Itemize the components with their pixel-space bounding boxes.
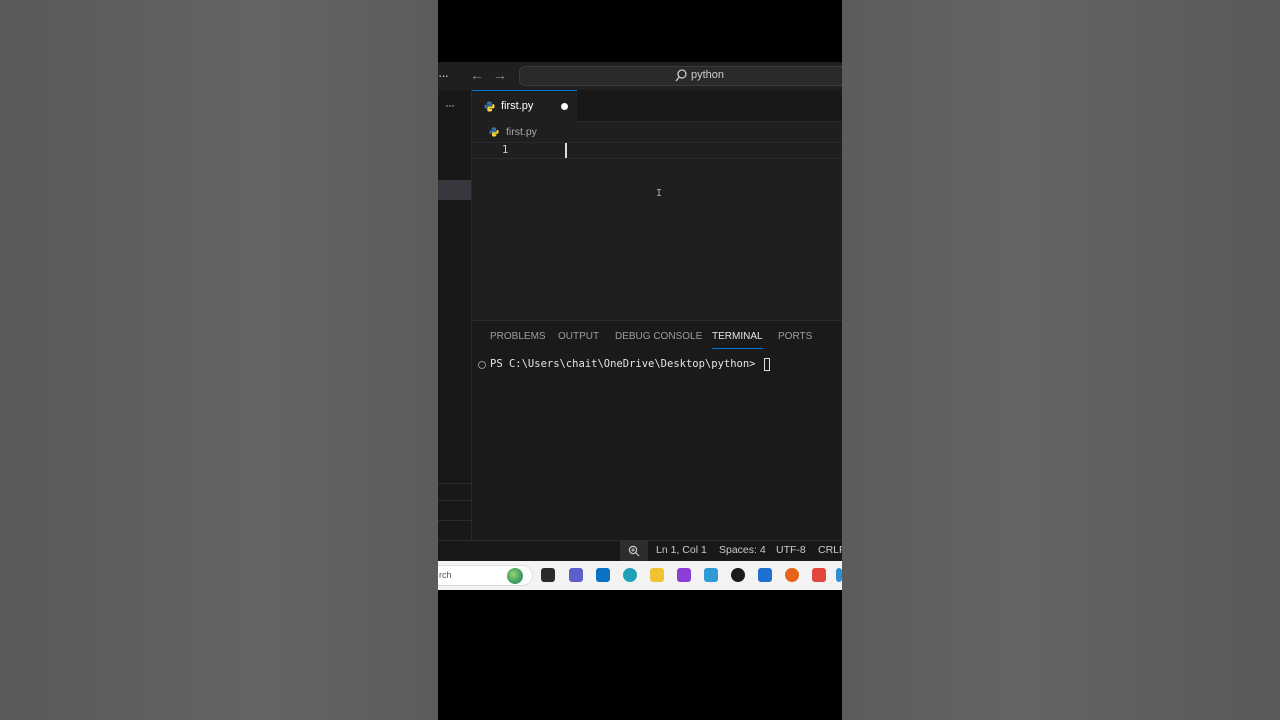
github-icon[interactable]: [731, 568, 745, 582]
arrow-left-icon[interactable]: ←: [470, 67, 484, 83]
media-app-icon[interactable]: [677, 568, 691, 582]
zoom-in-icon: [628, 545, 640, 557]
search-icon: [675, 69, 687, 82]
tab-label: first.py: [501, 100, 534, 112]
side-bar: ···: [438, 90, 472, 540]
more-actions-icon[interactable]: ···: [445, 98, 455, 112]
ellipsis-icon[interactable]: ···: [438, 68, 449, 83]
taskbar-search-text: rch: [439, 570, 452, 580]
tab-problems[interactable]: PROBLEMS: [490, 331, 546, 342]
status-eol[interactable]: CRLF: [818, 544, 842, 556]
vscode-icon[interactable]: [836, 568, 842, 582]
edge-icon[interactable]: [623, 568, 637, 582]
terminal-prompt[interactable]: PS C:\Users\chait\OneDrive\Desktop\pytho…: [490, 358, 756, 370]
windows-taskbar: rch: [438, 561, 842, 590]
teams-icon[interactable]: [569, 568, 583, 582]
breadcrumb-filename: first.py: [506, 126, 537, 138]
tab-output[interactable]: OUTPUT: [558, 331, 599, 342]
status-bar: Ln 1, Col 1 Spaces: 4 UTF-8 CRLF: [438, 540, 842, 561]
command-center-label: python: [691, 69, 725, 81]
title-bar: ··· ← → python: [438, 62, 842, 90]
mouse-ibeam-cursor-icon: I: [656, 188, 663, 199]
arrow-right-icon[interactable]: →: [493, 67, 507, 83]
text-cursor: [565, 143, 567, 158]
divider: [438, 520, 471, 521]
bottom-panel: PROBLEMS OUTPUT DEBUG CONSOLE TERMINAL P…: [472, 320, 842, 540]
status-encoding[interactable]: UTF-8: [776, 544, 806, 556]
status-line-col[interactable]: Ln 1, Col 1: [656, 544, 707, 556]
current-line-highlight: [472, 142, 842, 159]
tab-debug-console[interactable]: DEBUG CONSOLE: [615, 331, 702, 342]
python-file-icon: [484, 101, 495, 112]
dell-icon[interactable]: [596, 568, 610, 582]
widgets-globe-icon[interactable]: [507, 568, 523, 584]
zoom-button[interactable]: [620, 541, 648, 561]
status-indentation[interactable]: Spaces: 4: [719, 544, 766, 556]
tab-first-py[interactable]: first.py: [472, 90, 577, 122]
divider: [438, 483, 471, 484]
taskbar-search-box[interactable]: rch: [438, 565, 533, 586]
brave-icon[interactable]: [812, 568, 826, 582]
line-number: 1: [502, 144, 509, 156]
terminal-app-icon[interactable]: [541, 568, 555, 582]
firefox-icon[interactable]: [785, 568, 799, 582]
tab-terminal[interactable]: TERMINAL: [712, 331, 763, 349]
terminal-cursor: [764, 358, 770, 371]
background-right: [842, 0, 1280, 720]
tab-ports[interactable]: PORTS: [778, 331, 812, 342]
file-explorer-icon[interactable]: [650, 568, 664, 582]
unsaved-dot-icon[interactable]: [561, 103, 568, 110]
terminal-status-icon: [478, 361, 486, 369]
vscode-window: ··· ← → python ··· first.py first.py 1 I…: [438, 0, 842, 720]
divider: [438, 500, 471, 501]
code-editor[interactable]: first.py 1 I: [472, 122, 842, 320]
selected-sidebar-item[interactable]: [438, 180, 471, 200]
background-left: [0, 0, 438, 720]
store-icon[interactable]: [758, 568, 772, 582]
notepad-icon[interactable]: [704, 568, 718, 582]
python-file-icon: [489, 127, 499, 137]
command-center-search[interactable]: python: [519, 66, 842, 86]
editor-tabs: first.py: [472, 90, 842, 122]
